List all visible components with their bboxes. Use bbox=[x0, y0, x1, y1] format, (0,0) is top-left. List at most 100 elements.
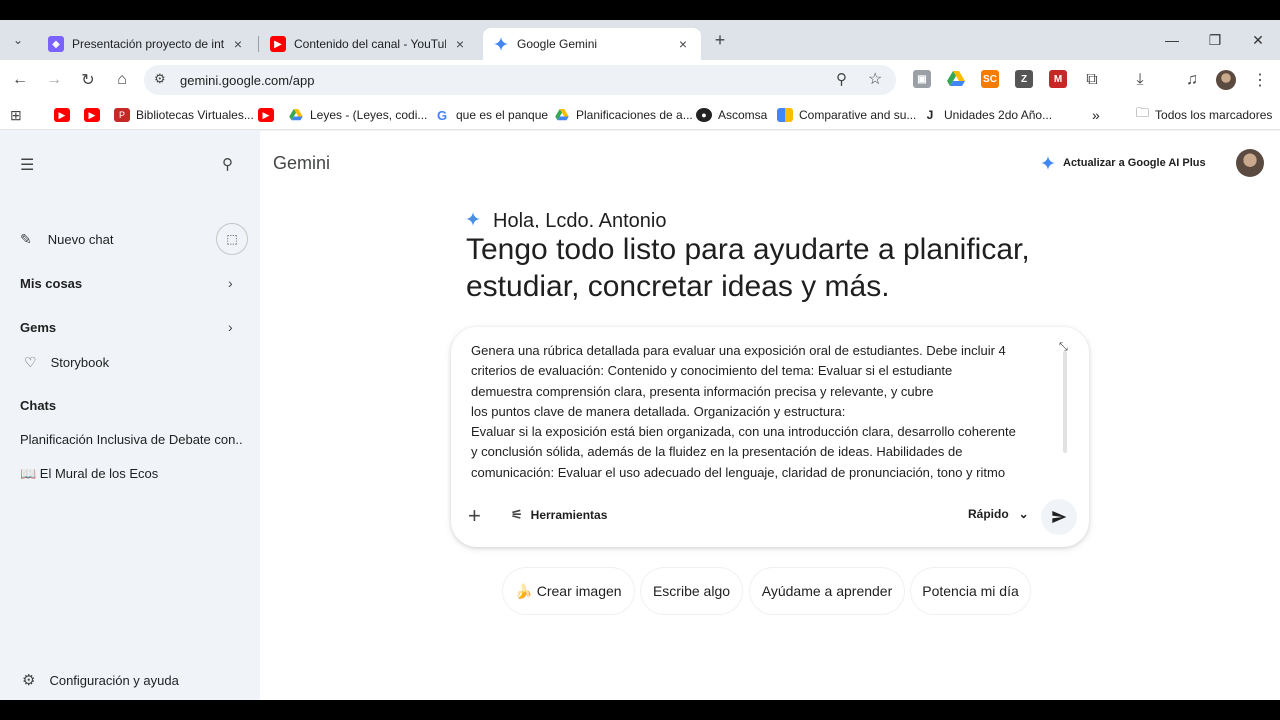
model-mode-selector[interactable]: Rápido ⌄ bbox=[968, 507, 1029, 521]
heart-sparkle-icon: ♡ bbox=[24, 354, 37, 370]
account-avatar[interactable] bbox=[1236, 149, 1264, 177]
boost-my-day-chip[interactable]: Potencia mi día bbox=[911, 568, 1030, 614]
mendeley-icon[interactable]: M bbox=[1049, 70, 1067, 88]
close-window-icon[interactable]: ✕ bbox=[1238, 26, 1278, 54]
youtube-bookmark-icon[interactable]: ▶ bbox=[258, 106, 274, 124]
restore-icon[interactable]: ❐ bbox=[1195, 26, 1235, 54]
storybook-gem[interactable]: ♡ Storybook bbox=[24, 354, 109, 371]
gemini-page: ☰ ⚲ ✎ Nuevo chat ⬚ Mis cosas › Gems › ♡ … bbox=[0, 131, 1280, 700]
hamburger-menu-icon[interactable]: ☰ bbox=[20, 155, 34, 175]
write-something-chip[interactable]: Escribe algo bbox=[641, 568, 742, 614]
tools-label: Herramientas bbox=[530, 508, 608, 522]
profile-avatar[interactable] bbox=[1212, 66, 1240, 94]
screen-frame: ⌄ ◆ Presentación proyecto de inteli × ▶ … bbox=[0, 0, 1280, 720]
bookmark-star-icon[interactable]: ☆ bbox=[868, 69, 882, 89]
site-info-icon[interactable]: ⚙ bbox=[154, 71, 166, 87]
back-icon[interactable]: ← bbox=[6, 66, 34, 94]
upgrade-button[interactable]: Actualizar a Google AI Plus bbox=[1023, 147, 1213, 179]
sliders-icon: ⚟ bbox=[511, 507, 523, 522]
tab-gemini[interactable]: Google Gemini × bbox=[483, 28, 701, 60]
temporary-chat-icon[interactable]: ⬚ bbox=[216, 223, 248, 255]
comparative-icon bbox=[777, 108, 793, 122]
gear-icon: ⚙ bbox=[22, 672, 36, 689]
youtube-bookmark-icon[interactable]: ▶ bbox=[54, 106, 70, 124]
tab-youtube[interactable]: ▶ Contenido del canal - YouTube × bbox=[260, 28, 478, 60]
home-icon[interactable]: ⌂ bbox=[108, 66, 136, 94]
sc-extension-icon[interactable]: SC bbox=[981, 70, 999, 88]
bookmark-planificaciones[interactable]: Planificaciones de a... bbox=[554, 106, 693, 124]
gems-item[interactable]: Gems bbox=[20, 320, 56, 335]
tools-button[interactable]: ⚟ Herramientas bbox=[511, 507, 607, 523]
tab-title: Contenido del canal - YouTube bbox=[294, 37, 446, 51]
tab-strip: ⌄ ◆ Presentación proyecto de inteli × ▶ … bbox=[0, 20, 1280, 60]
close-tab-icon[interactable]: × bbox=[230, 36, 246, 52]
tab-title: Google Gemini bbox=[517, 37, 598, 51]
gems-label: Gems bbox=[20, 320, 57, 335]
google-g-icon: G bbox=[436, 107, 448, 123]
chevron-right-icon[interactable]: › bbox=[228, 319, 233, 335]
media-control-icon[interactable]: ♫ bbox=[1178, 66, 1206, 94]
zotero-icon[interactable]: Z bbox=[1015, 70, 1033, 88]
prompt-scrollbar[interactable] bbox=[1063, 351, 1067, 453]
help-me-learn-chip[interactable]: Ayúdame a aprender bbox=[750, 568, 904, 614]
google-drive-icon[interactable] bbox=[947, 70, 965, 88]
gemini-favicon-icon bbox=[493, 36, 509, 52]
chevron-down-icon: ⌄ bbox=[1018, 507, 1029, 521]
my-stuff-item[interactable]: Mis cosas bbox=[20, 276, 82, 291]
youtube-favicon-icon: ▶ bbox=[270, 36, 286, 52]
send-button[interactable] bbox=[1041, 499, 1077, 535]
bookmark-bibliotecas[interactable]: P Bibliotecas Virtuales... bbox=[114, 106, 254, 124]
tab-presentacion[interactable]: ◆ Presentación proyecto de inteli × bbox=[38, 28, 256, 60]
presentation-favicon-icon: ◆ bbox=[48, 36, 64, 52]
cast-icon[interactable]: ▣ bbox=[913, 70, 931, 88]
url-text: gemini.google.com/app bbox=[180, 72, 315, 88]
close-tab-icon[interactable]: × bbox=[452, 36, 468, 52]
bookmark-ascomsa[interactable]: ● Ascomsa bbox=[696, 106, 767, 124]
greeting: Hola, Lcdo. Antonio bbox=[493, 210, 667, 228]
all-bookmarks[interactable]: 🗀 Todos los marcadores bbox=[1136, 105, 1272, 124]
apps-grid-icon[interactable]: ⊞ bbox=[10, 106, 22, 124]
bookmark-comparative[interactable]: Comparative and su... bbox=[777, 106, 916, 124]
app-title[interactable]: Gemini bbox=[273, 153, 330, 174]
minimize-icon[interactable]: — bbox=[1152, 26, 1192, 54]
prompt-input-box[interactable]: Genera una rúbrica detallada para evalua… bbox=[451, 327, 1089, 547]
zoom-icon[interactable]: ⚲ bbox=[836, 70, 847, 88]
tab-search-chevron-icon[interactable]: ⌄ bbox=[4, 26, 32, 54]
chat-item[interactable]: 📖 El Mural de los Ecos bbox=[20, 466, 158, 482]
bookmarks-overflow-icon[interactable]: » bbox=[1092, 106, 1100, 124]
new-tab-button[interactable]: + bbox=[706, 26, 734, 54]
bookmark-unidades[interactable]: J Unidades 2do Año... bbox=[922, 106, 1052, 124]
bookmark-label: Bibliotecas Virtuales... bbox=[136, 108, 254, 122]
headline: Tengo todo listo para ayudarte a planifi… bbox=[466, 233, 1030, 303]
bibliotecas-icon: P bbox=[114, 108, 130, 122]
chats-heading: Chats bbox=[20, 398, 57, 413]
settings-help-item[interactable]: ⚙ Configuración y ayuda bbox=[22, 671, 179, 689]
create-image-chip[interactable]: 🍌 Crear imagen bbox=[503, 568, 634, 614]
gemini-spark-icon bbox=[1041, 156, 1055, 170]
chevron-right-icon[interactable]: › bbox=[228, 275, 233, 291]
folder-icon: 🗀 bbox=[1136, 105, 1150, 120]
download-icon[interactable]: ⤓ bbox=[1126, 66, 1154, 94]
tab-divider bbox=[258, 36, 259, 52]
reload-icon[interactable]: ↻ bbox=[74, 66, 102, 94]
add-attachment-button[interactable]: + bbox=[468, 503, 481, 529]
forward-icon[interactable]: → bbox=[40, 66, 68, 94]
edit-icon: ✎ bbox=[20, 231, 32, 247]
bookmark-panque[interactable]: G que es el panque bbox=[434, 106, 548, 124]
new-chat-button[interactable]: ✎ Nuevo chat bbox=[20, 231, 114, 248]
menu-kebab-icon[interactable]: ⋮ bbox=[1246, 66, 1274, 94]
search-icon[interactable]: ⚲ bbox=[222, 155, 233, 173]
address-bar[interactable]: ⚙ gemini.google.com/app ⚲ ☆ bbox=[144, 65, 896, 95]
bookmark-leyes[interactable]: Leyes - (Leyes, codi... bbox=[288, 106, 427, 124]
browser-window: ⌄ ◆ Presentación proyecto de inteli × ▶ … bbox=[0, 20, 1280, 700]
prompt-textarea[interactable]: Genera una rúbrica detallada para evalua… bbox=[471, 341, 1053, 484]
youtube-bookmark-icon[interactable]: ▶ bbox=[84, 106, 100, 124]
settings-label: Configuración y ayuda bbox=[49, 672, 179, 688]
extensions-icon[interactable]: ⧉ bbox=[1078, 66, 1106, 94]
storybook-label: Storybook bbox=[50, 355, 110, 370]
chat-item[interactable]: Planificación Inclusiva de Debate con... bbox=[20, 432, 242, 447]
bookmark-label: que es el panque bbox=[456, 108, 549, 122]
close-tab-icon[interactable]: × bbox=[675, 36, 691, 52]
bookmark-label: Planificaciones de a... bbox=[576, 108, 693, 122]
upgrade-label: Actualizar a Google AI Plus bbox=[1063, 157, 1206, 169]
